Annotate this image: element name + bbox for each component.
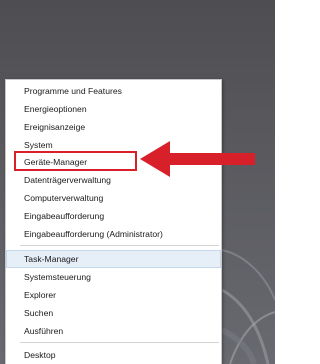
menu-item-control-panel[interactable]: Systemsteuerung: [6, 268, 221, 286]
menu-item-command-prompt[interactable]: Eingabeaufforderung: [6, 207, 221, 225]
menu-separator: [20, 342, 219, 343]
winx-context-menu: Programme und Features Energieoptionen E…: [5, 79, 222, 364]
menu-item-power-options[interactable]: Energieoptionen: [6, 100, 221, 118]
menu-separator: [20, 245, 219, 246]
red-arrow-icon: [140, 141, 255, 177]
menu-item-run[interactable]: Ausführen: [6, 322, 221, 340]
menu-item-computer-management[interactable]: Computerverwaltung: [6, 189, 221, 207]
menu-item-task-manager[interactable]: Task-Manager: [6, 250, 221, 268]
menu-item-event-viewer[interactable]: Ereignisanzeige: [6, 118, 221, 136]
menu-item-desktop[interactable]: Desktop: [6, 346, 221, 364]
menu-item-programs-features[interactable]: Programme und Features: [6, 82, 221, 100]
menu-item-command-prompt-admin[interactable]: Eingabeaufforderung (Administrator): [6, 225, 221, 243]
menu-item-explorer[interactable]: Explorer: [6, 286, 221, 304]
desktop-screen: Programme und Features Energieoptionen E…: [0, 0, 275, 364]
menu-item-search[interactable]: Suchen: [6, 304, 221, 322]
